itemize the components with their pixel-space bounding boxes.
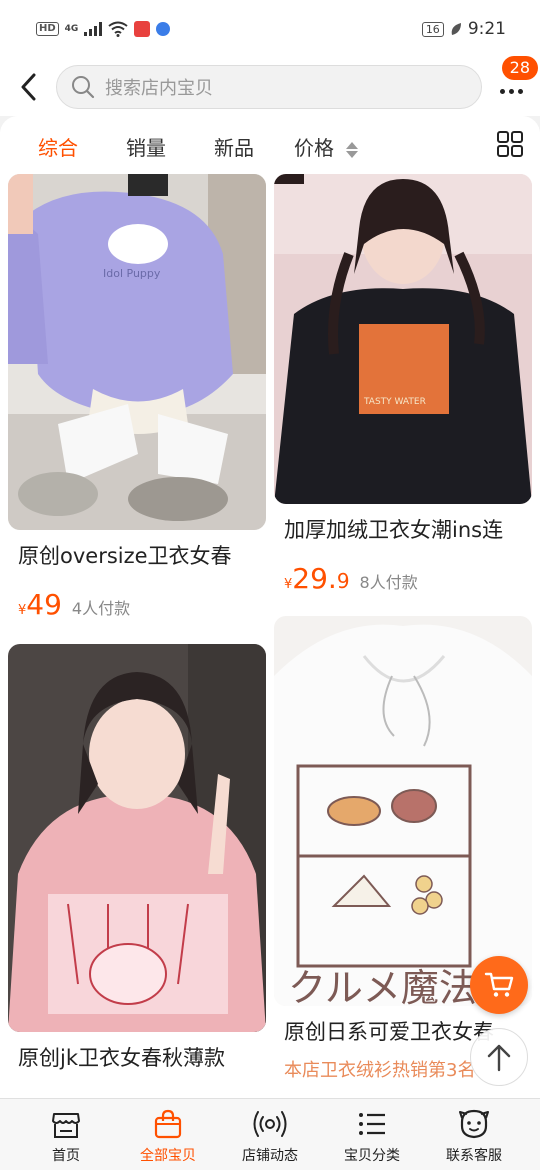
list-icon — [322, 1105, 422, 1143]
product-card[interactable]: TASTY WATER 加厚加绒卫衣女潮ins连 ¥29.9 8人付款 — [274, 174, 532, 612]
nav-categories[interactable]: 宝贝分类 — [322, 1105, 422, 1165]
arrow-up-icon — [487, 1044, 511, 1072]
customer-service-icon — [424, 1105, 524, 1143]
floating-cart-button[interactable] — [470, 956, 528, 1014]
nav-customer-service[interactable]: 联系客服 — [424, 1105, 524, 1165]
more-dots-icon — [499, 88, 523, 94]
status-right: 16 9:21 — [421, 19, 506, 39]
product-title: 原创oversize卫衣女春 — [18, 544, 232, 568]
sold-count: 4人付款 — [71, 599, 131, 618]
nav-customer-service-label: 联系客服 — [446, 1148, 502, 1164]
sold-count: 8人付款 — [359, 573, 418, 592]
broadcast-icon — [220, 1105, 320, 1143]
product-image — [8, 644, 266, 1032]
nav-all-items-label: 全部宝贝 — [140, 1148, 196, 1164]
nav-home-label: 首页 — [52, 1148, 80, 1164]
product-image-print-text: TASTY WATER — [363, 397, 426, 407]
back-button[interactable] — [0, 62, 56, 112]
sort-tabs: 综合 销量 新品 价格 — [0, 116, 540, 174]
product-image: TASTY WATER — [274, 174, 532, 504]
product-card[interactable]: クルメ魔法 原创日系可爱卫衣女春 本店卫衣绒衫热销第3名 — [274, 616, 532, 1098]
tab-sales[interactable]: 销量 — [126, 132, 166, 161]
network-type: 4G — [64, 24, 79, 34]
back-to-top-button[interactable] — [470, 1028, 528, 1086]
price-integer: 29. — [292, 562, 337, 595]
wifi-icon — [108, 21, 128, 37]
product-title: 原创jk卫衣女春秋薄款 — [18, 1046, 225, 1070]
price-decimal: 9 — [336, 569, 350, 593]
product-price: ¥49 4人付款 — [18, 588, 130, 621]
product-image-print-text: Idol Puppy — [103, 267, 161, 280]
nav-all-items[interactable]: 全部宝贝 — [118, 1105, 218, 1165]
clock: 9:21 — [467, 19, 506, 39]
app-notification-icon — [134, 21, 151, 37]
product-price: ¥29.9 8人付款 — [284, 562, 418, 595]
nav-store-updates[interactable]: 店铺动态 — [220, 1105, 320, 1165]
product-panel: 综合 销量 新品 价格 Idol Puppy 原创oversize卫衣女春 ¥4… — [0, 116, 540, 1098]
product-title: 加厚加绒卫衣女潮ins连 — [284, 518, 504, 542]
product-card[interactable]: 原创jk卫衣女春秋薄款 — [8, 644, 266, 1098]
price-integer: 49 — [26, 588, 62, 621]
notification-badge: 28 — [501, 56, 538, 80]
tab-comprehensive[interactable]: 综合 — [38, 132, 78, 161]
product-card[interactable]: Idol Puppy 原创oversize卫衣女春 ¥49 4人付款 — [8, 174, 266, 638]
product-image: Idol Puppy — [8, 174, 266, 530]
nav-categories-label: 宝贝分类 — [344, 1148, 400, 1164]
status-left: HD 4G — [36, 21, 171, 37]
battery-icon: 16 — [421, 21, 444, 37]
search-input[interactable]: 搜索店内宝贝 — [56, 65, 482, 109]
nav-home[interactable]: 首页 — [16, 1105, 116, 1165]
product-image-print-text: クルメ魔法 — [288, 966, 477, 1006]
more-menu-button[interactable]: 28 — [482, 56, 540, 112]
nav-store-updates-label: 店铺动态 — [242, 1148, 298, 1164]
product-image: クルメ魔法 — [274, 616, 532, 1006]
product-title: 原创日系可爱卫衣女春 — [284, 1020, 494, 1044]
hd-indicator: HD — [36, 22, 59, 36]
shop-all-items-page: HD 4G 16 9:21 搜索店内宝贝 28 综合 销量 新品 价格 Idol… — [0, 0, 540, 1170]
tab-price[interactable]: 价格 — [294, 132, 359, 161]
back-arrow-icon — [21, 73, 36, 101]
content-area: 综合 销量 新品 价格 Idol Puppy 原创oversize卫衣女春 ¥4… — [0, 116, 540, 1098]
tab-new[interactable]: 新品 — [214, 132, 254, 161]
search-icon — [72, 76, 95, 99]
grid-view-icon[interactable] — [496, 130, 524, 158]
store-icon — [16, 1105, 116, 1143]
signal-icon — [84, 22, 103, 36]
status-bar: HD 4G 16 9:21 — [0, 0, 540, 58]
cart-icon — [484, 972, 514, 997]
top-bar: 搜索店内宝贝 28 — [0, 56, 540, 116]
tab-price-label: 价格 — [294, 136, 334, 160]
shopping-bag-icon — [118, 1105, 218, 1143]
app-notification-icon-2 — [156, 22, 171, 36]
sort-arrows-icon — [346, 141, 359, 158]
search-placeholder: 搜索店内宝贝 — [105, 78, 213, 99]
bottom-nav: 首页 全部宝贝 店铺动态 宝贝分类 联系客服 — [0, 1098, 540, 1170]
leaf-icon — [451, 23, 461, 35]
